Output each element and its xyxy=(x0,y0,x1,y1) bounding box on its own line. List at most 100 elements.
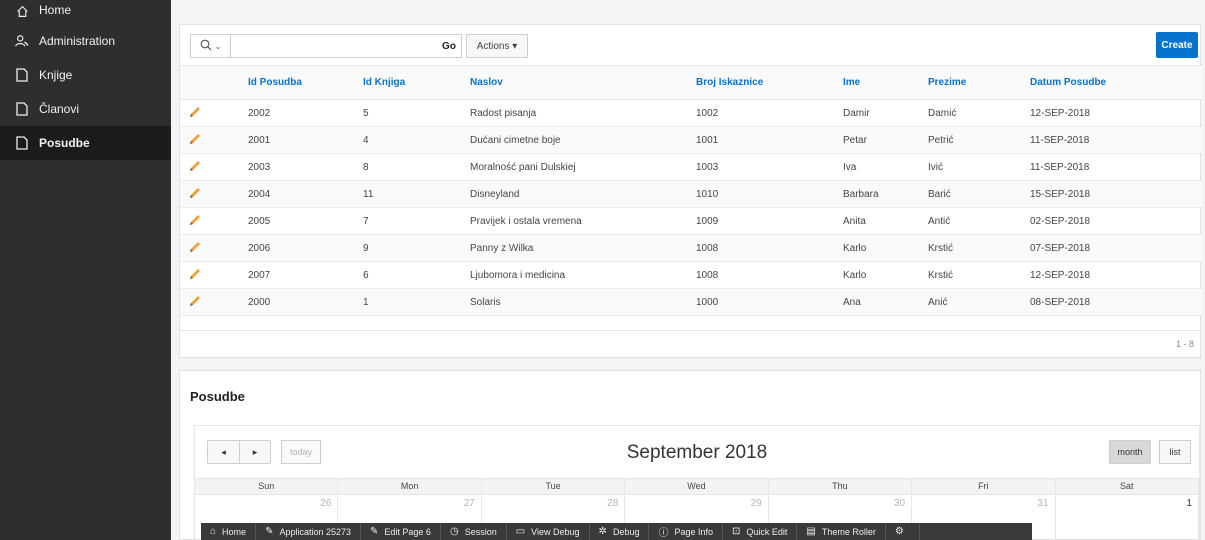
devbar-item[interactable]: ▭ View Debug xyxy=(507,523,590,540)
table-cell: 2006 xyxy=(240,234,355,262)
table-cell: 2002 xyxy=(240,99,355,127)
table-cell: Dućani cimetne boje xyxy=(462,126,688,154)
column-header[interactable]: Id Posudba xyxy=(240,65,355,100)
edit-link[interactable] xyxy=(180,180,240,208)
table-cell: 15-SEP-2018 xyxy=(1022,180,1202,208)
column-header[interactable]: Ime xyxy=(835,65,920,100)
devbar-label: Quick Edit xyxy=(746,526,788,537)
chevron-down-icon: ⌄ xyxy=(214,41,222,51)
devbar-icon: ◷ xyxy=(449,526,459,537)
pencil-icon xyxy=(188,213,202,227)
calendar-day[interactable]: 1 xyxy=(1056,496,1199,540)
table-cell: 1010 xyxy=(688,180,835,208)
sidebar-item-clanovi[interactable]: Članovi xyxy=(0,92,171,126)
table-cell: Barbara xyxy=(835,180,920,208)
devbar-label: Home xyxy=(222,526,247,537)
devbar-icon: ⌂ xyxy=(210,526,217,537)
edit-link[interactable] xyxy=(180,207,240,235)
devbar-item[interactable]: ⊡ Quick Edit xyxy=(723,523,798,540)
devbar-item[interactable]: ✲ Debug xyxy=(590,523,650,540)
table-cell: Anita xyxy=(835,207,920,235)
create-button[interactable]: Create xyxy=(1156,32,1198,58)
devbar-icon: ⚙ xyxy=(894,526,904,537)
column-header[interactable]: Id Knjiga xyxy=(355,65,462,100)
table-cell: Ivić xyxy=(920,153,1022,181)
edit-link[interactable] xyxy=(180,153,240,181)
table-cell: Barić xyxy=(920,180,1022,208)
table-cell: 1000 xyxy=(688,288,835,316)
calendar-view-switcher: month list xyxy=(1109,440,1191,464)
edit-link[interactable] xyxy=(180,234,240,262)
table-cell: Damir xyxy=(835,99,920,127)
devbar-item[interactable]: ⌂ Home xyxy=(201,523,257,540)
column-header[interactable]: Prezime xyxy=(920,65,1022,100)
table-cell: 2005 xyxy=(240,207,355,235)
devbar-label: Edit Page 6 xyxy=(384,526,431,537)
devbar-item[interactable]: ▤ Theme Roller xyxy=(797,523,886,540)
table-row: 2001 4 Dućani cimetne boje 1001 Petar Petrić 1… xyxy=(180,126,1202,154)
table-cell: 12-SEP-2018 xyxy=(1022,99,1202,127)
home-icon xyxy=(14,3,30,19)
table-cell: Antić xyxy=(920,207,1022,235)
weekday-label: Fri xyxy=(912,479,1056,494)
go-button[interactable]: Go xyxy=(436,35,462,57)
edit-link[interactable] xyxy=(180,126,240,154)
table-cell: Iva xyxy=(835,153,920,181)
devbar-item[interactable]: ✎ Edit Page 6 xyxy=(361,523,441,540)
edit-link[interactable] xyxy=(180,288,240,316)
table-cell: Krstić xyxy=(920,261,1022,289)
table-cell: Krstić xyxy=(920,234,1022,262)
sidebar-item-home[interactable]: Home xyxy=(0,0,171,24)
devbar-item[interactable]: ✎ Application 25273 xyxy=(256,523,362,540)
list-view-button[interactable]: list xyxy=(1159,440,1191,464)
column-header[interactable]: Naslov xyxy=(462,65,688,100)
table-cell: 2004 xyxy=(240,180,355,208)
search-input[interactable] xyxy=(231,35,461,57)
table-cell: 6 xyxy=(355,261,462,289)
sidebar-item-administration[interactable]: Administration xyxy=(0,24,171,58)
table-row: 2002 5 Radost pisanja 1002 Damir Damić 12-SEP-… xyxy=(180,99,1202,127)
sidebar-item-posudbe[interactable]: Posudbe xyxy=(0,126,171,160)
table-cell: Ana xyxy=(835,288,920,316)
devbar-item[interactable]: ⚙ xyxy=(886,523,920,540)
interactive-report: ⌄ Go Actions ▾ Create Id Posudba Id Knji… xyxy=(179,24,1202,358)
devbar-item[interactable]: ◷ Session xyxy=(441,523,507,540)
pencil-icon xyxy=(188,240,202,254)
devbar-label: Theme Roller xyxy=(821,526,876,537)
table-cell: Karlo xyxy=(835,234,920,262)
edit-link[interactable] xyxy=(180,99,240,127)
devbar-label: Debug xyxy=(612,526,640,537)
devbar-label: View Debug xyxy=(531,526,580,537)
sidebar-item-label: Home xyxy=(39,3,72,17)
table-cell: Damić xyxy=(920,99,1022,127)
table-cell: Disneyland xyxy=(462,180,688,208)
report-table: Id Posudba Id Knjiga Naslov Broj Iskazni… xyxy=(180,65,1202,316)
pencil-icon xyxy=(188,105,202,119)
sidebar-item-label: Posudbe xyxy=(39,136,90,150)
table-cell: 1001 xyxy=(688,126,835,154)
table-cell: 4 xyxy=(355,126,462,154)
table-cell: Anić xyxy=(920,288,1022,316)
sidebar-item-label: Članovi xyxy=(39,102,80,116)
table-cell: 1003 xyxy=(688,153,835,181)
search-icon xyxy=(200,39,212,54)
weekday-label: Sun xyxy=(195,479,339,494)
month-view-button[interactable]: month xyxy=(1109,440,1151,464)
column-header[interactable]: Datum Posudbe xyxy=(1022,65,1202,100)
column-header[interactable]: Broj Iskaznice xyxy=(688,65,835,100)
search-column-button[interactable]: ⌄ xyxy=(191,35,231,57)
actions-menu-button[interactable]: Actions ▾ xyxy=(466,34,528,58)
weekday-label: Mon xyxy=(338,479,482,494)
sidebar-item-knjige[interactable]: Knjige xyxy=(0,58,171,92)
table-cell: 1002 xyxy=(688,99,835,127)
table-row: 2000 1 Solaris 1000 Ana Anić 08-SEP-2018 xyxy=(180,288,1202,316)
edit-link[interactable] xyxy=(180,261,240,289)
table-cell: Ljubomora i medicina xyxy=(462,261,688,289)
user-wrench-icon xyxy=(14,33,30,49)
file-icon xyxy=(14,135,30,151)
report-toolbar: ⌄ Go Actions ▾ Create xyxy=(180,25,1200,65)
calendar-weekday-header: Sun Mon Tue Wed Thu Fri Sat xyxy=(195,478,1199,495)
devbar-item[interactable]: ⓘ Page Info xyxy=(649,523,723,540)
table-cell: Karlo xyxy=(835,261,920,289)
table-cell: 2003 xyxy=(240,153,355,181)
